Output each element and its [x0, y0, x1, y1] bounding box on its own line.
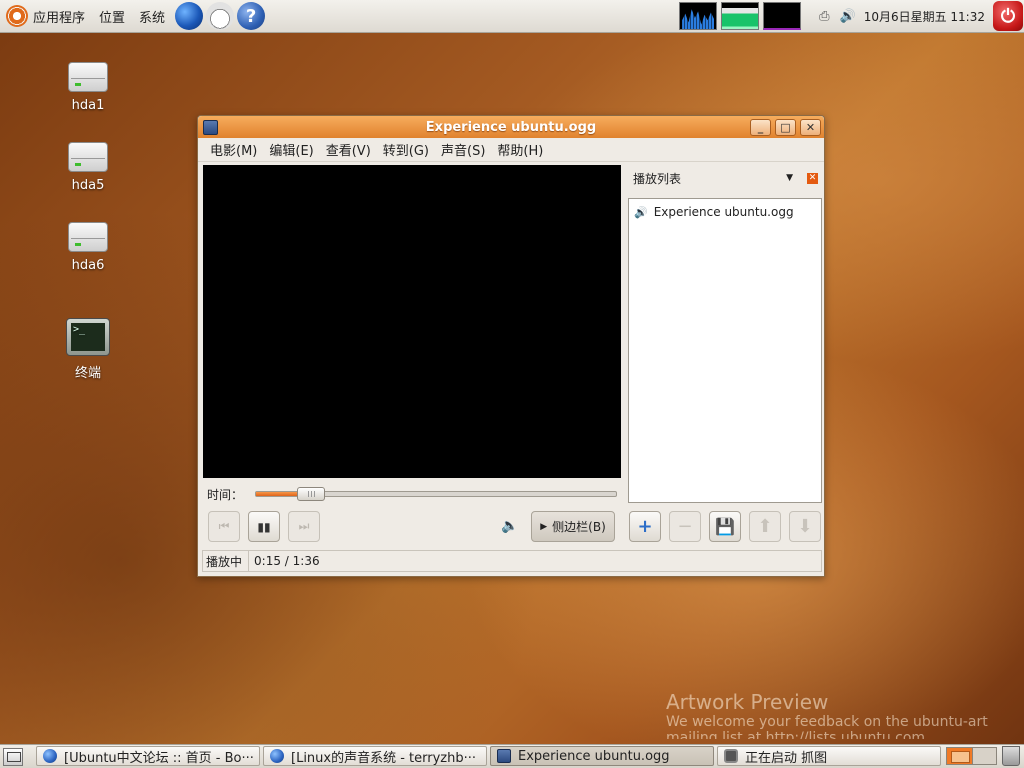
cpu-monitor-graph[interactable] [679, 2, 718, 30]
trash-icon[interactable] [1002, 746, 1020, 766]
taskbar-item[interactable]: [Linux的声音系统 - terryzhb··· [263, 746, 487, 766]
camera-icon [724, 749, 738, 763]
window-titlebar[interactable]: Experience ubuntu.ogg _ □ ✕ [198, 116, 824, 138]
previous-button[interactable]: ⏮ [208, 511, 240, 542]
playback-state: 播放中 [203, 551, 250, 571]
taskbar-item-active[interactable]: Experience ubuntu.ogg [490, 746, 714, 766]
maximize-button[interactable]: □ [775, 118, 796, 136]
playlist-move-down-button[interactable]: ⬇ [789, 511, 821, 542]
drive-icon [68, 222, 108, 252]
system-menu[interactable]: 系统 [132, 7, 172, 26]
status-bar: 播放中 0:15 / 1:36 [202, 550, 822, 572]
seek-slider-handle[interactable] [297, 487, 326, 501]
desktop-icon-label: 终端 [74, 366, 101, 381]
playback-time: 0:15 / 1:36 [254, 554, 320, 568]
desktop-icon-label: hda1 [71, 98, 105, 113]
taskbar-item[interactable]: 正在启动 抓图 [717, 746, 941, 766]
sidebar-toggle-button[interactable]: ▶ 侧边栏(B) [531, 511, 615, 542]
workspace-1[interactable] [946, 747, 973, 765]
web-browser-icon[interactable] [175, 2, 204, 30]
applications-menu[interactable]: 应用程序 [28, 7, 92, 26]
taskbar-item-label: [Ubuntu中文论坛 :: 首页 - Bo··· [64, 750, 254, 766]
close-button[interactable]: ✕ [800, 118, 821, 136]
playlist-dropdown-icon[interactable]: ▼ [786, 173, 793, 183]
volume-button[interactable]: 🔈 [501, 518, 518, 534]
movie-player-icon [497, 749, 511, 763]
desktop-icon-label: hda6 [71, 258, 105, 273]
minimize-button[interactable]: _ [750, 118, 771, 136]
desktop-icon-hda5[interactable]: hda5 [53, 142, 123, 193]
places-menu[interactable]: 位置 [92, 7, 132, 26]
speaker-icon: 🔊 [634, 205, 648, 219]
window-controls: _ □ ✕ [746, 118, 821, 136]
panel-clock[interactable]: 10月6日星期五 11:32 [864, 8, 985, 25]
drive-icon [68, 142, 108, 172]
playlist-header: 播放列表 ▼ ✕ [633, 169, 818, 187]
seek-slider[interactable] [255, 487, 617, 501]
playlist-title: 播放列表 [633, 171, 682, 186]
power-icon[interactable]: ⏻ [993, 1, 1023, 31]
playlist-save-button[interactable]: 💾 [709, 511, 741, 542]
help-icon[interactable]: ? [237, 2, 266, 30]
network-monitor-graph[interactable] [763, 2, 802, 30]
time-label: 时间： [207, 487, 244, 502]
watermark-line: We welcome your feedback on the ubuntu-a… [666, 714, 988, 730]
taskbar-item-label: Experience ubuntu.ogg [518, 748, 670, 764]
taskbar-item[interactable]: [Ubuntu中文论坛 :: 首页 - Bo··· [36, 746, 260, 766]
memory-monitor-graph[interactable] [721, 2, 760, 30]
desktop-icon-label: hda5 [71, 178, 105, 193]
taskbar-item-label: [Linux的声音系统 - terryzhb··· [291, 750, 477, 766]
show-desktop-button[interactable] [3, 747, 23, 766]
menu-edit[interactable]: 编辑(E) [263, 140, 319, 159]
window-menubar: 电影(M) 编辑(E) 查看(V) 转到(G) 声音(S) 帮助(H) [198, 138, 824, 162]
watermark-title: Artwork Preview [666, 690, 829, 714]
pause-button[interactable]: ▮▮ [248, 511, 280, 542]
top-panel: 应用程序 位置 系统 ? ⎙ 🔊 10月6日星期五 11:32 ⏻ [0, 0, 1024, 33]
desktop-icon-hda6[interactable]: hda6 [53, 222, 123, 273]
sidebar-button-label: 侧边栏(B) [552, 520, 606, 534]
triangle-right-icon: ▶ [540, 521, 548, 532]
taskbar-item-label: 正在启动 抓图 [745, 750, 828, 766]
movie-player-icon[interactable] [203, 119, 218, 135]
playlist-add-button[interactable]: + [629, 511, 661, 542]
workspace-2[interactable] [972, 747, 997, 765]
movie-player-window: Experience ubuntu.ogg _ □ ✕ 电影(M) 编辑(E) … [197, 115, 825, 577]
video-area[interactable] [203, 165, 621, 478]
playlist-item-name: Experience ubuntu.ogg [653, 205, 794, 219]
menu-sound[interactable]: 声音(S) [435, 140, 491, 159]
menu-view[interactable]: 查看(V) [320, 140, 377, 159]
web-browser-icon [43, 749, 57, 763]
window-title: Experience ubuntu.ogg [425, 119, 597, 135]
next-button[interactable]: ⏭ [288, 511, 320, 542]
playlist-remove-button[interactable]: − [669, 511, 701, 542]
drive-icon [68, 62, 108, 92]
menu-movie[interactable]: 电影(M) [204, 140, 263, 159]
watermark-line: mailing list at http://lists.ubuntu.com [666, 730, 926, 739]
volume-icon[interactable]: 🔊 [840, 9, 856, 24]
desktop-icon-hda1[interactable]: hda1 [53, 62, 123, 113]
terminal-icon: >_ [66, 318, 110, 356]
playlist[interactable]: 🔊 Experience ubuntu.ogg [628, 198, 822, 503]
artwork-preview-watermark: Artwork Preview We welcome your feedback… [666, 690, 1024, 739]
playlist-item[interactable]: 🔊 Experience ubuntu.ogg [629, 202, 821, 222]
terminal-screen: >_ [71, 323, 105, 351]
ubuntu-logo-icon[interactable] [6, 5, 28, 27]
web-browser-icon [270, 749, 284, 763]
menu-go[interactable]: 转到(G) [377, 140, 435, 159]
clock-icon[interactable] [206, 2, 235, 30]
desktop-icon-terminal[interactable]: >_ 终端 [53, 318, 123, 381]
menu-help[interactable]: 帮助(H) [491, 140, 549, 159]
printer-icon[interactable]: ⎙ [819, 9, 829, 24]
time-row: 时间： [207, 485, 617, 503]
playlist-move-up-button[interactable]: ⬆ [749, 511, 781, 542]
playlist-close-icon[interactable]: ✕ [807, 172, 818, 184]
